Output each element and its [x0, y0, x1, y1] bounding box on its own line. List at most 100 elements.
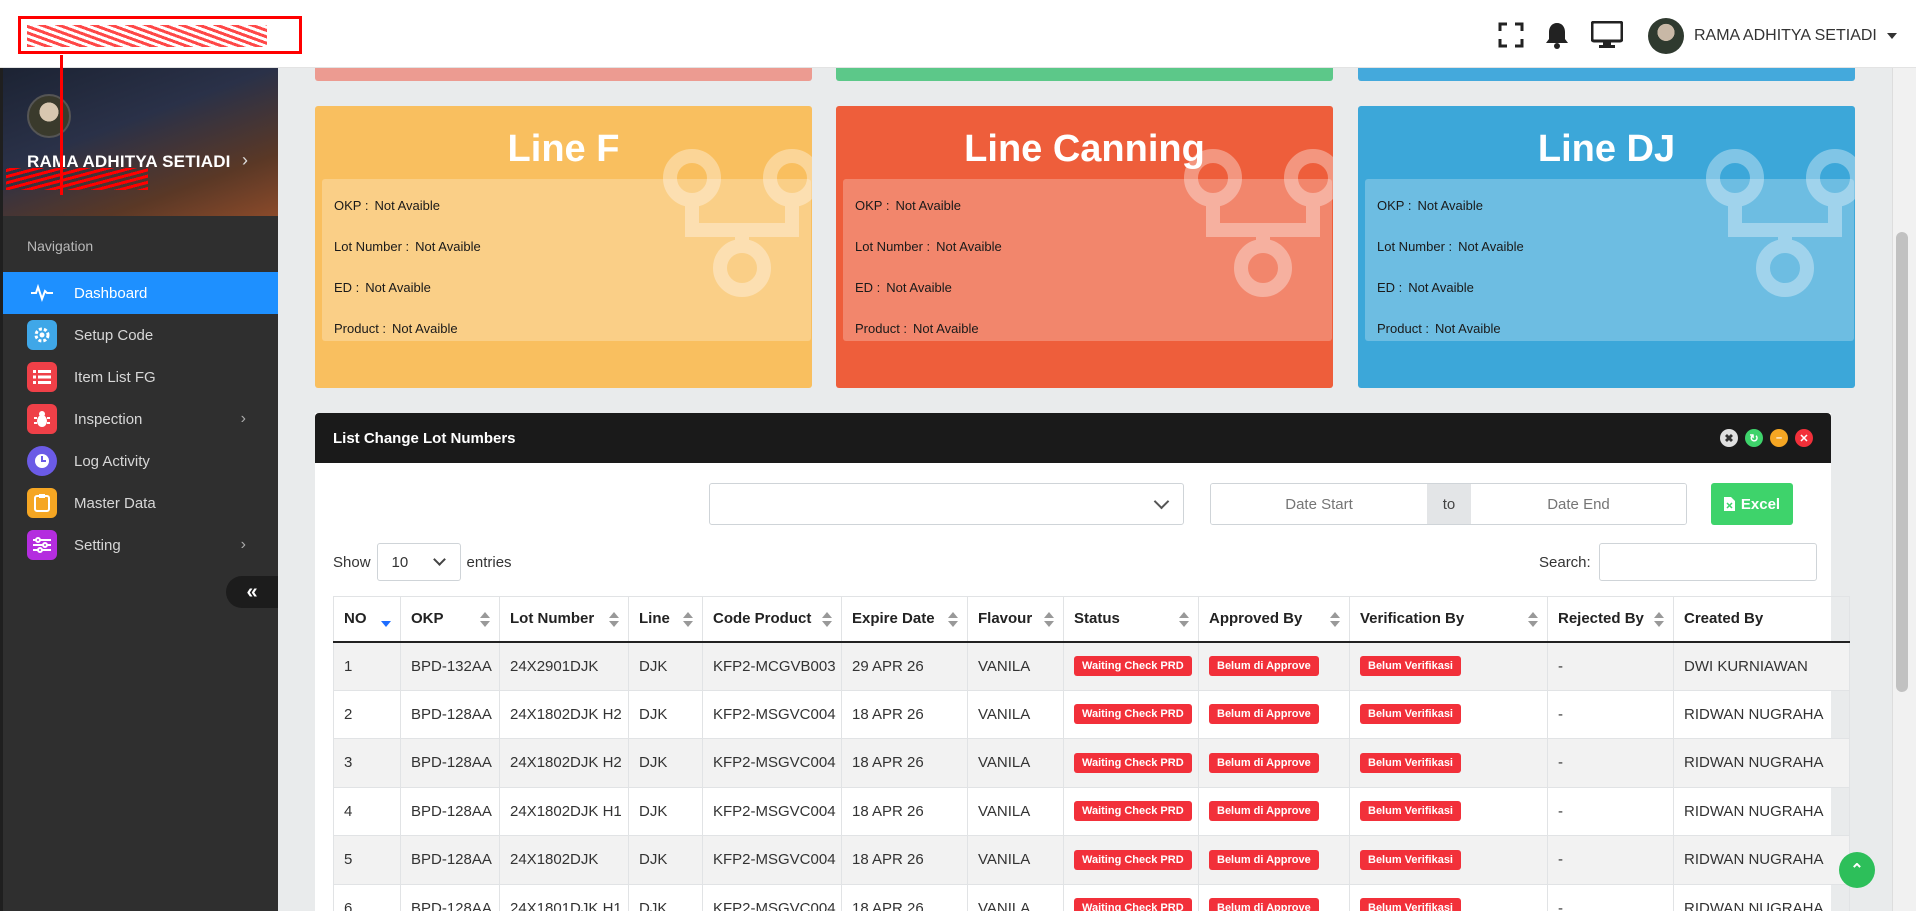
table-row[interactable]: 3 BPD-128AA 24X1802DJK H2 DJK KFP2-MSGVC004 1… — [333, 738, 1850, 788]
lot-numbers-panel: List Change Lot Numbers ✖ ↻ – ✕ to Excel… — [315, 413, 1850, 911]
close-icon[interactable]: ✕ — [1795, 429, 1813, 447]
cell-text: 18 APR 26 — [852, 754, 924, 772]
sort-icon — [822, 612, 832, 628]
date-end-input[interactable] — [1471, 484, 1686, 524]
entries-select[interactable]: 10 — [376, 543, 461, 581]
product-label: Product : — [1377, 321, 1430, 336]
line-filter-select[interactable] — [709, 483, 1184, 525]
table-cell: KFP2-MSGVC004 — [702, 738, 842, 788]
line-card-line-canning: Line Canning OKP : Not Avaible Lot Number… — [836, 106, 1333, 388]
okp-value: Not Avaible — [1417, 198, 1483, 213]
table-cell: 24X1802DJK H2 — [499, 689, 629, 739]
table-cell: Belum Verifikasi — [1349, 786, 1548, 836]
monitor-icon[interactable] — [1590, 18, 1624, 52]
sort-icon — [683, 612, 693, 628]
table-cell: 18 APR 26 — [841, 835, 968, 885]
column-header[interactable]: Expire Date — [841, 596, 968, 643]
search-input[interactable] — [1598, 543, 1817, 581]
table-cell: Belum Verifikasi — [1349, 835, 1548, 885]
table-row[interactable]: 5 BPD-128AA 24X1802DJK DJK KFP2-MSGVC004 18 A… — [333, 835, 1850, 885]
table-cell: 18 APR 26 — [841, 883, 968, 911]
sort-icon — [1330, 612, 1340, 628]
cell-text: DJK — [639, 899, 668, 911]
panel-controls: ✖ ↻ – ✕ — [1720, 429, 1813, 447]
date-start-input[interactable] — [1211, 484, 1427, 524]
table-cell: 18 APR 26 — [841, 738, 968, 788]
column-header[interactable]: Created By — [1673, 596, 1850, 643]
sort-icon — [1528, 612, 1538, 628]
column-header[interactable]: NO — [333, 596, 401, 643]
table-cell: DJK — [628, 689, 703, 739]
minimize-icon[interactable]: – — [1770, 429, 1788, 447]
sidebar-item-log-activity[interactable]: Log Activity — [3, 440, 278, 482]
card-okp-row: OKP : Not Avaible — [334, 185, 799, 226]
scrollbar-thumb[interactable] — [1896, 232, 1908, 692]
product-value: Not Avaible — [913, 321, 979, 336]
table-cell: 2 — [333, 689, 401, 739]
fullscreen-icon[interactable] — [1494, 18, 1528, 52]
column-header[interactable]: Status — [1063, 596, 1199, 643]
column-header[interactable]: Line — [628, 596, 703, 643]
status-badge: Waiting Check PRD — [1074, 849, 1192, 870]
table-cell: RIDWAN NUGRAHA — [1673, 738, 1850, 788]
card-details: OKP : Not Avaible Lot Number : Not Avaible… — [322, 179, 811, 341]
table-cell: Belum di Approve — [1198, 883, 1350, 911]
table-row[interactable]: 2 BPD-128AA 24X1802DJK H2 DJK KFP2-MSGVC004 1… — [333, 689, 1850, 739]
cell-text: 24X2901DJK — [510, 657, 599, 675]
cell-text: 5 — [344, 851, 353, 869]
column-header[interactable]: Verification By — [1349, 596, 1548, 643]
column-header[interactable]: Code Product — [702, 596, 842, 643]
cell-text: - — [1558, 705, 1563, 723]
sidebar-profile[interactable]: RAMA ADHITYA SETIADI › — [3, 68, 278, 216]
card-title: Line DJ — [1537, 128, 1676, 170]
sidebar-item-master-data[interactable]: Master Data — [3, 482, 278, 524]
table-row[interactable]: 4 BPD-128AA 24X1802DJK H1 DJK KFP2-MSGVC004 1… — [333, 786, 1850, 836]
column-header[interactable]: Rejected By — [1547, 596, 1674, 643]
column-header[interactable]: Lot Number — [499, 596, 629, 643]
sidebar-item-setup-code[interactable]: Setup Code — [3, 314, 278, 356]
excel-export-button[interactable]: Excel — [1711, 483, 1793, 525]
okp-value: Not Avaible — [374, 198, 440, 213]
column-header[interactable]: OKP — [400, 596, 500, 643]
gear-icon — [27, 320, 57, 350]
column-header[interactable]: Flavour — [967, 596, 1064, 643]
refresh-icon[interactable]: ↻ — [1745, 429, 1763, 447]
cell-text: VANILA — [978, 899, 1031, 911]
card-lot-row: Lot Number : Not Avaible — [1377, 226, 1842, 267]
expand-icon[interactable]: ✖ — [1720, 429, 1738, 447]
okp-label: OKP : — [1377, 198, 1412, 213]
back-to-top-button[interactable]: ⌃ — [1839, 852, 1875, 888]
card-product-row: Product : Not Avaible — [855, 308, 1320, 349]
sidebar-item-setting[interactable]: Setting › — [3, 524, 278, 566]
table-cell: 24X2901DJK — [499, 641, 629, 691]
user-name: RAMA ADHITYA SETIADI — [1694, 27, 1877, 44]
table-row[interactable]: 6 BPD-128AA 24X1801DJK H1 DJK KFP2-MSGVC004 1… — [333, 883, 1850, 911]
table-cell: RIDWAN NUGRAHA — [1673, 883, 1850, 911]
sidebar-item-inspection[interactable]: Inspection › — [3, 398, 278, 440]
user-menu[interactable]: RAMA ADHITYA SETIADI — [1648, 18, 1897, 54]
cell-text: DJK — [639, 705, 668, 723]
sort-icon — [1654, 612, 1664, 628]
sidebar-collapse-button[interactable]: « — [226, 576, 278, 608]
table-cell: DJK — [628, 835, 703, 885]
status-badge: Waiting Check PRD — [1074, 656, 1192, 676]
clipboard-icon — [27, 488, 57, 518]
table-row[interactable]: 1 BPD-132AA 24X2901DJK DJK KFP2-MCGVB003 29 A… — [333, 641, 1850, 691]
table-cell: Belum Verifikasi — [1349, 738, 1548, 788]
lot-value: Not Avaible — [415, 239, 481, 254]
sidebar-item-dashboard[interactable]: Dashboard — [3, 272, 278, 314]
cell-text: - — [1558, 657, 1563, 675]
show-label: Show — [333, 553, 371, 571]
excel-label: Excel — [1740, 495, 1781, 513]
cell-text: 18 APR 26 — [852, 802, 924, 820]
card-okp-row: OKP : Not Avaible — [855, 185, 1320, 226]
app-brand-redacted[interactable] — [18, 16, 302, 54]
bell-icon[interactable] — [1540, 18, 1574, 52]
card-ed-row: ED : Not Avaible — [1377, 267, 1842, 308]
cell-text: RIDWAN NUGRAHA — [1684, 754, 1824, 772]
card-details: OKP : Not Avaible Lot Number : Not Avaible… — [1365, 179, 1854, 341]
card-ed-row: ED : Not Avaible — [855, 267, 1320, 308]
sidebar-item-item-list-fg[interactable]: Item List FG — [3, 356, 278, 398]
column-header[interactable]: Approved By — [1198, 596, 1350, 643]
card-strip-left — [315, 68, 812, 81]
